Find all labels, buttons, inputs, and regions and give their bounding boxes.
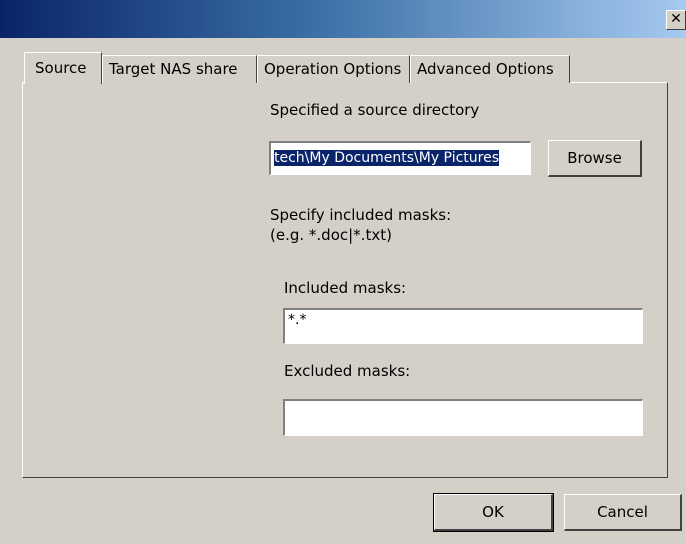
close-icon[interactable]: ✕ bbox=[666, 10, 686, 30]
ok-button[interactable]: OK bbox=[433, 493, 554, 532]
tab-advanced-options[interactable]: Advanced Options bbox=[410, 55, 570, 83]
tab-operation-options[interactable]: Operation Options bbox=[257, 55, 410, 83]
excluded-masks-label: Excluded masks: bbox=[284, 362, 411, 380]
included-masks-label: Included masks: bbox=[284, 279, 407, 297]
tab-source[interactable]: Source bbox=[24, 52, 102, 84]
source-directory-input[interactable]: tech\My Documents\My Pictures bbox=[269, 141, 531, 175]
mask-hint-line1: Specify included masks: bbox=[270, 206, 452, 224]
source-directory-heading: Specified a source directory bbox=[270, 101, 480, 119]
source-directory-value: tech\My Documents\My Pictures bbox=[274, 150, 499, 166]
title-bar: ✕ bbox=[0, 0, 686, 38]
included-masks-value: *.* bbox=[288, 312, 307, 328]
browse-button[interactable]: Browse bbox=[548, 140, 642, 177]
mask-hint-line2: (e.g. *.doc|*.txt) bbox=[270, 226, 392, 244]
cancel-button[interactable]: Cancel bbox=[564, 494, 682, 531]
excluded-masks-input[interactable] bbox=[283, 399, 643, 436]
tab-target-nas-share[interactable]: Target NAS share bbox=[102, 55, 257, 83]
included-masks-input[interactable]: *.* bbox=[283, 308, 643, 344]
